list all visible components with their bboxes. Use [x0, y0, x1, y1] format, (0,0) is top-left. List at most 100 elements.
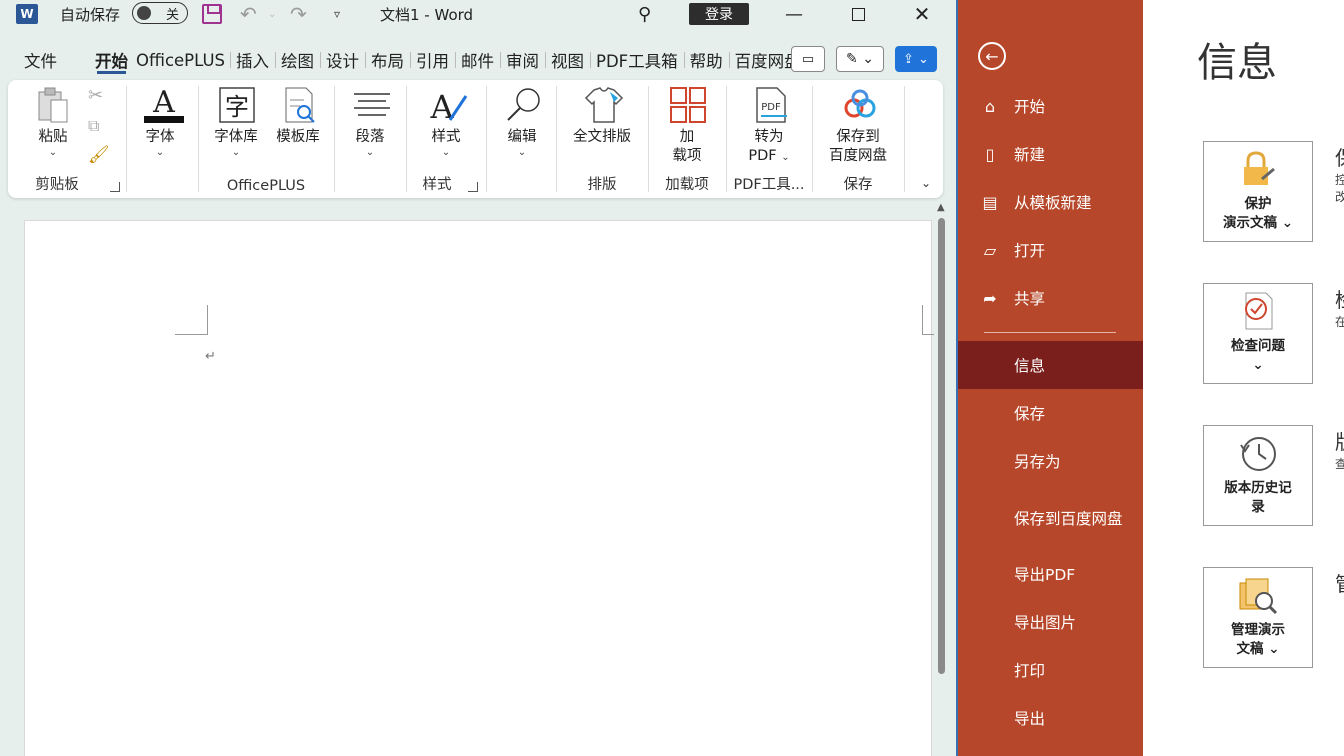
- tab-draw[interactable]: 绘图: [275, 46, 320, 74]
- font-library-button[interactable]: 字 字体库 ⌄: [210, 86, 262, 159]
- cut-button[interactable]: ✂: [88, 86, 103, 105]
- margin-corner-left: [175, 305, 208, 335]
- nav-export-image[interactable]: 导出图片: [958, 598, 1143, 646]
- undo-icon[interactable]: ↶: [240, 0, 257, 28]
- tab-file[interactable]: 文件: [18, 46, 63, 74]
- nav-save-baidu[interactable]: 保存到百度网盘: [958, 489, 1143, 549]
- tab-officeplus[interactable]: OfficePLUS: [134, 46, 230, 74]
- nav-open[interactable]: ▱ 打开: [958, 226, 1143, 274]
- document-page[interactable]: ↵: [24, 220, 934, 756]
- protect-presentation-button[interactable]: 保护 演示文稿 ⌄: [1203, 141, 1313, 242]
- toggle-knob-icon: [137, 6, 151, 20]
- inspect-document-icon: [1238, 291, 1278, 331]
- format-painter-button[interactable]: 🖌: [88, 146, 110, 165]
- addins-group-label: 加载项: [665, 177, 709, 193]
- nav-export-pdf[interactable]: 导出PDF: [958, 550, 1143, 598]
- nav-save-as[interactable]: 另存为: [958, 437, 1143, 485]
- scroll-thumb[interactable]: [938, 218, 945, 674]
- back-arrow-icon[interactable]: ←: [978, 42, 1006, 70]
- save-to-baidu-button[interactable]: 保存到 百度网盘: [822, 86, 894, 166]
- ribbon-collapse-icon[interactable]: ⌄: [921, 176, 931, 190]
- styles-launcher-icon[interactable]: [468, 182, 478, 192]
- copy-button[interactable]: ⧉: [88, 116, 99, 135]
- editing-button[interactable]: 编辑 ⌄: [500, 86, 544, 159]
- paragraph-mark: ↵: [205, 349, 216, 364]
- paragraph-button[interactable]: 段落 ⌄: [348, 86, 392, 159]
- nav-save[interactable]: 保存: [958, 389, 1143, 437]
- addins-grid-icon: [669, 86, 706, 124]
- undo-dropdown-icon[interactable]: ⌄: [268, 0, 276, 28]
- template-library-label: 模板库: [276, 129, 320, 145]
- save-icon[interactable]: [202, 4, 222, 24]
- tab-review[interactable]: 审阅: [500, 46, 545, 74]
- nav-from-template[interactable]: ▤ 从模板新建: [958, 178, 1143, 226]
- chevron-down-icon: ⌄: [155, 147, 165, 158]
- inspect-issues-button[interactable]: 检查问题 ⌄: [1203, 283, 1313, 384]
- manage-presentation-button[interactable]: 管理演示 文稿 ⌄: [1203, 567, 1313, 668]
- nav-export[interactable]: 导出: [958, 694, 1143, 742]
- version-history-button[interactable]: 版本历史记 录: [1203, 425, 1313, 526]
- template-library-button[interactable]: 模板库: [270, 86, 326, 147]
- editing-mode-button[interactable]: ✎ ⌄: [836, 46, 884, 72]
- tab-help[interactable]: 帮助: [683, 46, 729, 74]
- styles-button[interactable]: A 样式 ⌄: [424, 86, 468, 159]
- customize-qat-icon[interactable]: ▿: [334, 0, 340, 28]
- manage-line1: 管理演示: [1231, 622, 1285, 638]
- tab-layout[interactable]: 布局: [365, 46, 410, 74]
- full-text-layout-button[interactable]: 全文排版: [568, 86, 636, 147]
- nav-info[interactable]: 信息: [958, 341, 1143, 389]
- protect-line1: 保护: [1244, 196, 1272, 212]
- search-icon[interactable]: ⚲: [638, 0, 651, 28]
- tab-insert[interactable]: 插入: [230, 46, 275, 74]
- redo-icon[interactable]: ↷: [290, 0, 307, 28]
- login-button[interactable]: 登录: [689, 3, 749, 25]
- tab-design[interactable]: 设计: [320, 46, 365, 74]
- tab-references[interactable]: 引用: [410, 46, 455, 74]
- clipboard-group-label: 剪贴板: [35, 177, 79, 193]
- nav-print[interactable]: 打印: [958, 646, 1143, 694]
- ribbon-tabs: 文件 开始 OfficePLUS 插入 绘图 设计 布局 引用 邮件 审阅 视图…: [18, 46, 807, 74]
- comment-icon: ▭: [801, 51, 815, 67]
- close-button[interactable]: ✕: [910, 0, 934, 28]
- nav-new[interactable]: ▯ 新建: [958, 130, 1143, 178]
- tab-mailings[interactable]: 邮件: [455, 46, 500, 74]
- tab-pdf-toolbox[interactable]: PDF工具箱: [590, 46, 684, 74]
- document-area: ↵ ▲: [0, 202, 956, 756]
- folder-open-icon: ▱: [983, 240, 997, 260]
- magnifier-icon: [504, 86, 540, 124]
- maximize-button[interactable]: [848, 0, 868, 28]
- scroll-up-icon[interactable]: ▲: [937, 202, 945, 213]
- minimize-button[interactable]: —: [784, 0, 804, 28]
- vertical-scrollbar[interactable]: ▲: [936, 202, 948, 676]
- inspect-label: 检查问题: [1231, 338, 1285, 354]
- svg-text:A: A: [152, 86, 175, 120]
- share-arrow-icon: ➦: [983, 288, 997, 308]
- convert-pdf-line1: 转为: [754, 129, 784, 145]
- chevron-down-icon: ⌄: [231, 147, 241, 158]
- maximize-icon: [851, 7, 865, 21]
- addins-button[interactable]: 加 载项: [666, 86, 708, 166]
- clipboard-group: 粘贴 ⌄ ✂ ⧉ 🖌 剪贴板: [8, 80, 126, 198]
- clipboard-launcher-icon[interactable]: [110, 182, 120, 192]
- autosave-toggle[interactable]: 关: [132, 2, 188, 24]
- template-icon: ▤: [982, 192, 998, 212]
- tab-view[interactable]: 视图: [545, 46, 590, 74]
- autosave-state: 关: [165, 7, 179, 23]
- nav-share[interactable]: ➦ 共享: [958, 274, 1143, 322]
- pen-icon: ✎ ⌄: [846, 51, 874, 67]
- paragraph-align-icon: [352, 86, 390, 124]
- convert-pdf-button[interactable]: PDF 转为 PDF ⌄: [744, 86, 794, 166]
- paste-button[interactable]: 粘贴 ⌄: [28, 86, 78, 159]
- inspect-side-text: 检在: [1335, 288, 1344, 329]
- share-icon: ⇪ ⌄: [903, 51, 929, 67]
- margin-corner-right: [922, 305, 934, 335]
- share-button[interactable]: ⇪ ⌄: [895, 46, 937, 72]
- font-button[interactable]: A 字体 ⌄: [136, 85, 184, 159]
- chevron-down-icon: ⌄: [365, 147, 375, 158]
- clipboard-icon: [35, 86, 71, 124]
- nav-home[interactable]: ⌂ 开始: [958, 82, 1143, 130]
- comments-button[interactable]: ▭: [791, 46, 825, 72]
- layout-group-label: 排版: [587, 177, 617, 193]
- tab-home[interactable]: 开始: [89, 46, 134, 74]
- nav-new-label: 新建: [1014, 146, 1046, 164]
